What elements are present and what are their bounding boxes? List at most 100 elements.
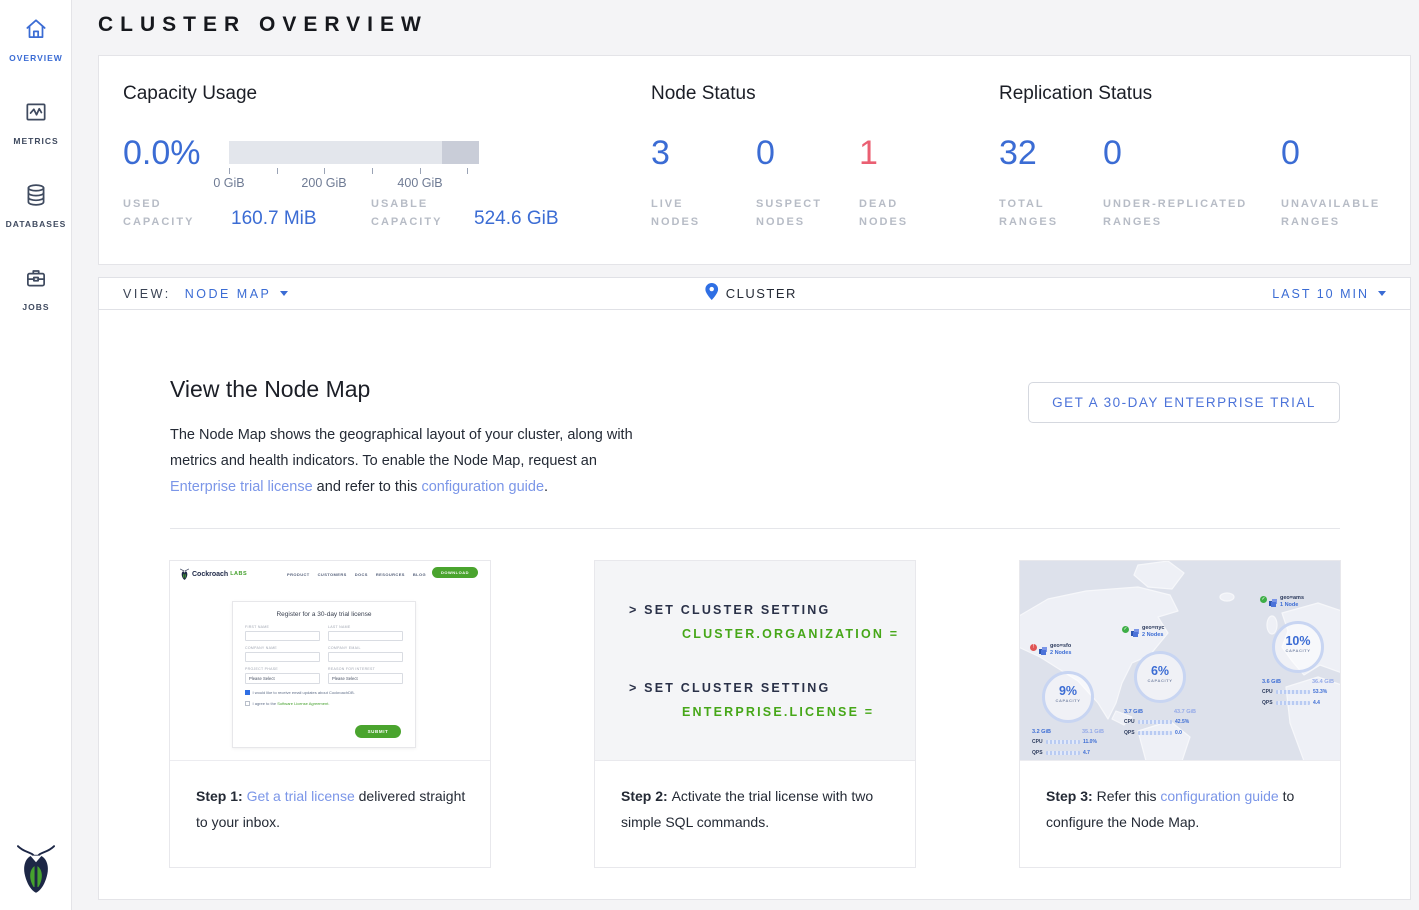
mini-first-name-input[interactable]	[245, 631, 320, 641]
capacity-tick-label: 200 GiB	[301, 176, 346, 190]
summary-panel: Capacity Usage 0.0% 0 GiB 200 GiB 400 Gi…	[98, 55, 1411, 265]
mini-field-label: COMPANY NAME	[245, 646, 320, 650]
mini-reason-select[interactable]: Please Select	[328, 673, 403, 684]
cpu-label: CPU	[1032, 739, 1043, 745]
map-region-nyc: ✓ geo=nyc 2 Nodes 6% CAPACITY 3.7 GiB 43…	[1122, 625, 1212, 643]
mini-project-phase-select[interactable]: Please Select	[245, 673, 320, 684]
sidebar-item-overview[interactable]: OVERVIEW	[0, 16, 72, 63]
region-node-count: 2 Nodes	[1050, 650, 1071, 657]
time-range-dropdown[interactable]: LAST 10 MIN	[1272, 287, 1386, 301]
database-icon	[23, 195, 49, 212]
region-name: geo=sfo	[1050, 643, 1071, 650]
trial-register-form: Register for a 30-day trial license FIRS…	[232, 601, 416, 748]
capacity-used: 3.6 GiB	[1262, 679, 1281, 685]
map-region-sfo: ! geo=sfo 2 Nodes 9% CAPACITY 3.2 GiB 35…	[1030, 643, 1120, 661]
mini-download-button[interactable]: DOWNLOAD	[432, 567, 478, 578]
under-replicated-ranges-label: UNDER-REPLICATED RANGES	[1103, 195, 1288, 231]
cpu-bar	[1046, 740, 1080, 744]
healthy-status-icon: ✓	[1122, 626, 1129, 633]
cockroach-labs-logo-icon	[0, 843, 72, 898]
mini-license-agreement-checkbox[interactable]	[245, 701, 250, 706]
home-icon	[23, 29, 49, 46]
capacity-label: CAPACITY	[1045, 698, 1091, 703]
qps-value: 4.4	[1313, 700, 1320, 706]
mini-nav-docs[interactable]: DOCS	[355, 572, 368, 577]
node-map-panel: View the Node Map The Node Map shows the…	[98, 310, 1411, 900]
mini-site-nav: PRODUCT CUSTOMERS DOCS RESOURCES BLOG	[287, 572, 426, 577]
step-3-text: Refer this	[1097, 788, 1161, 804]
node-status-title: Node Status	[651, 83, 756, 105]
capacity-percent: 10%	[1275, 635, 1321, 648]
region-node-count: 2 Nodes	[1142, 632, 1164, 639]
under-replicated-ranges-value: 0	[1103, 136, 1122, 170]
description-text: and refer to this	[313, 479, 422, 495]
capacity-usage-title: Capacity Usage	[123, 83, 257, 105]
qps-bar	[1276, 701, 1310, 705]
sidebar: OVERVIEW METRICS DATABASES JOBS	[0, 0, 72, 910]
capacity-percent: 0.0%	[123, 136, 201, 170]
nodes-cube-icon	[1269, 595, 1278, 613]
mini-nav-product[interactable]: PRODUCT	[287, 572, 310, 577]
capacity-label: CAPACITY	[1137, 678, 1183, 683]
mini-company-name-input[interactable]	[245, 652, 320, 662]
view-bar: VIEW: NODE MAP CLUSTER LAST 10 MIN	[98, 277, 1411, 310]
mini-company-email-input[interactable]	[328, 652, 403, 662]
cluster-breadcrumb-label: CLUSTER	[726, 286, 797, 301]
breadcrumb-cluster: CLUSTER	[705, 283, 797, 305]
usable-capacity-value: 524.6 GiB	[474, 208, 559, 230]
capacity-tick-label: 0 GiB	[213, 176, 244, 190]
get-trial-license-link[interactable]: Get a trial license	[247, 788, 355, 804]
capacity-total: 35.1 GiB	[1082, 729, 1104, 735]
step-3-label: Step 3:	[1046, 788, 1097, 804]
sql-prompt-line: > SET CLUSTER SETTING	[629, 681, 830, 695]
used-capacity-value: 160.7 MiB	[231, 208, 317, 230]
enterprise-trial-license-link[interactable]: Enterprise trial license	[170, 479, 313, 495]
mini-last-name-input[interactable]	[328, 631, 403, 641]
cpu-bar	[1138, 720, 1172, 724]
qps-value: 0.0	[1175, 730, 1182, 736]
region-name: geo=nyc	[1142, 625, 1164, 632]
sql-setting-line: ENTERPRISE.LICENSE =	[682, 705, 874, 719]
trial-license-screenshot: Cockroach LABS PRODUCT CUSTOMERS DOCS RE…	[170, 561, 490, 761]
map-region-ams: ✓ geo=ams 1 Node 10% CAPACITY 3.6 GiB 36…	[1260, 595, 1340, 613]
unavailable-ranges-label: UNAVAILABLE RANGES	[1281, 195, 1411, 231]
sidebar-item-label: DATABASES	[0, 219, 72, 229]
sidebar-item-jobs[interactable]: JOBS	[0, 265, 72, 312]
mini-brand-suffix: LABS	[230, 571, 247, 577]
sidebar-item-metrics[interactable]: METRICS	[0, 99, 72, 146]
node-map-preview: ! geo=sfo 2 Nodes 9% CAPACITY 3.2 GiB 35…	[1020, 561, 1340, 761]
mini-checkbox-label: I agree to the Software License Agreemen…	[253, 701, 330, 706]
qps-bar	[1046, 751, 1080, 755]
cpu-label: CPU	[1262, 689, 1273, 695]
region-name: geo=ams	[1280, 595, 1304, 602]
mini-field-label: PROJECT PHASE	[245, 667, 320, 671]
page-title: CLUSTER OVERVIEW	[98, 13, 428, 37]
capacity-tick-label: 400 GiB	[397, 176, 442, 190]
configuration-guide-link[interactable]: configuration guide	[421, 479, 544, 495]
mini-nav-resources[interactable]: RESOURCES	[376, 572, 405, 577]
mini-nav-customers[interactable]: CUSTOMERS	[318, 572, 347, 577]
capacity-axis-ticks	[229, 168, 479, 174]
sidebar-item-label: JOBS	[0, 302, 72, 312]
description-text: .	[544, 479, 548, 495]
view-selector-dropdown[interactable]: NODE MAP	[185, 287, 289, 301]
configuration-guide-link[interactable]: configuration guide	[1160, 788, 1278, 804]
mini-license-agreement-link[interactable]: Software License Agreement.	[277, 701, 329, 706]
qps-value: 4.7	[1083, 750, 1090, 756]
mini-nav-blog[interactable]: BLOG	[413, 572, 426, 577]
mini-email-updates-checkbox[interactable]	[245, 690, 250, 695]
node-map-heading: View the Node Map	[170, 376, 370, 403]
mini-checkbox-label: I would like to receive email updates ab…	[253, 690, 355, 695]
enterprise-trial-button[interactable]: GET A 30-DAY ENTERPRISE TRIAL	[1028, 382, 1340, 423]
mini-submit-button[interactable]: SUBMIT	[355, 725, 401, 738]
step-1-label: Step 1:	[196, 788, 247, 804]
sidebar-item-label: METRICS	[0, 136, 72, 146]
used-capacity-label: USED CAPACITY	[123, 195, 213, 231]
capacity-used: 3.7 GiB	[1124, 709, 1143, 715]
replication-status-title: Replication Status	[999, 83, 1152, 105]
sidebar-item-databases[interactable]: DATABASES	[0, 182, 72, 229]
dead-nodes-value: 1	[859, 136, 878, 170]
step-1-caption: Step 1: Get a trial license delivered st…	[170, 761, 490, 835]
step-2-caption: Step 2: Activate the trial license with …	[595, 761, 915, 835]
live-nodes-value: 3	[651, 136, 670, 170]
